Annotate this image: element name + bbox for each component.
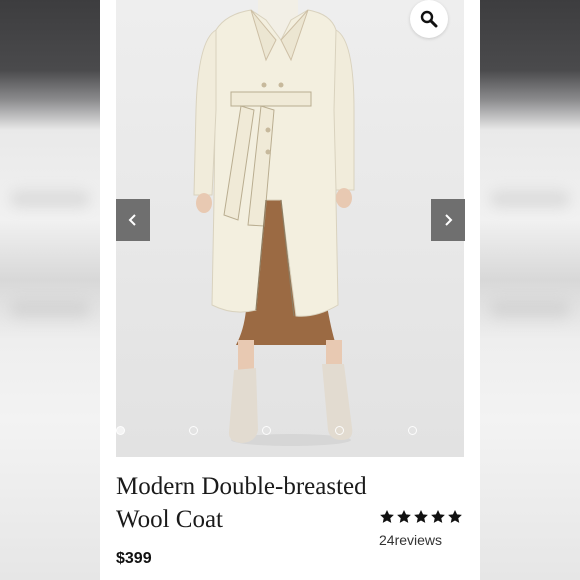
gallery-dot[interactable] <box>262 426 271 435</box>
chevron-left-icon <box>128 214 136 226</box>
review-count-link[interactable]: 24reviews <box>379 532 442 548</box>
star-icon <box>397 510 411 523</box>
gallery-dots <box>116 424 464 438</box>
gallery-dot[interactable] <box>116 426 125 435</box>
star-icon <box>380 510 394 523</box>
chevron-right-icon <box>445 214 453 226</box>
product-image[interactable] <box>116 0 464 457</box>
rating-stars[interactable] <box>379 509 463 525</box>
right-blurred-backdrop <box>480 0 580 580</box>
gallery-dot[interactable] <box>335 426 344 435</box>
review-count: 24 <box>379 532 395 548</box>
previous-image-button[interactable] <box>116 199 150 241</box>
star-icon <box>431 510 445 523</box>
star-icon <box>414 510 428 523</box>
product-price: $399 <box>116 550 152 567</box>
left-blurred-backdrop <box>0 0 100 580</box>
next-image-button[interactable] <box>431 199 465 241</box>
coat-model-photo <box>116 0 464 457</box>
star-icon <box>448 510 462 523</box>
review-label: reviews <box>394 532 443 548</box>
gallery-dot[interactable] <box>189 426 198 435</box>
product-title: Modern Double-breasted Wool Coat <box>116 473 367 533</box>
gallery-dot[interactable] <box>408 426 417 435</box>
magnifier-icon <box>420 10 438 28</box>
zoom-button[interactable] <box>410 0 448 38</box>
